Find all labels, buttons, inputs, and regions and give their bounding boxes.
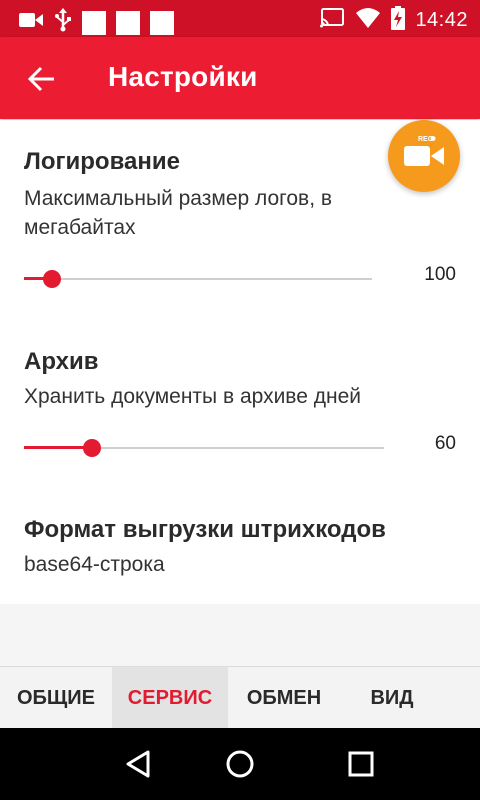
square-recents-icon	[348, 751, 374, 777]
notification-square-icon	[116, 10, 140, 35]
status-time: 14:42	[415, 9, 468, 31]
tab-service[interactable]: СЕРВИС	[112, 667, 228, 729]
notification-square-icon	[82, 10, 106, 35]
archive-days-slider[interactable]	[24, 438, 384, 458]
logging-size-slider[interactable]	[24, 269, 372, 289]
status-bar: 14:42	[0, 0, 480, 37]
rec-label: REC	[418, 136, 433, 143]
video-camera-icon	[18, 10, 44, 35]
logging-description: Максимальный размер логов, в мегабайтах	[24, 187, 333, 239]
battery-charging-icon	[391, 6, 406, 35]
triangle-back-icon	[126, 750, 150, 778]
archive-description: Хранить документы в архиве дней	[24, 385, 362, 408]
nav-home-button[interactable]	[224, 748, 256, 780]
usb-icon	[54, 8, 72, 37]
settings-content: Логирование Максимальный размер логов, в…	[0, 120, 480, 604]
archive-days-value: 60	[434, 433, 456, 454]
archive-title: Архив	[24, 348, 99, 375]
notification-square-icon	[150, 10, 174, 35]
app-bar: Настройки	[0, 37, 480, 119]
system-nav-bar	[0, 728, 480, 800]
empty-area	[0, 604, 480, 666]
video-record-icon: REC	[404, 136, 444, 166]
barcode-format-value: base64-строка	[24, 553, 165, 576]
nav-back-button[interactable]	[122, 748, 154, 780]
nav-recents-button[interactable]	[345, 748, 377, 780]
slider-fill	[24, 446, 92, 449]
slider-thumb[interactable]	[43, 270, 61, 288]
wifi-icon	[355, 7, 381, 34]
arrow-left-icon	[27, 66, 54, 92]
bottom-tab-bar: ОБЩИЕ СЕРВИС ОБМЕН ВИД	[0, 666, 480, 729]
cast-icon	[319, 7, 345, 34]
tab-general[interactable]: ОБЩИЕ	[0, 667, 112, 729]
back-button[interactable]	[22, 59, 62, 99]
logging-title: Логирование	[24, 148, 180, 175]
slider-thumb[interactable]	[83, 439, 101, 457]
status-bar-right-icons: 14:42	[319, 6, 468, 35]
slider-track	[24, 278, 372, 280]
circle-home-icon	[226, 750, 254, 778]
status-bar-left-icons	[18, 8, 174, 37]
tab-exchange[interactable]: ОБМЕН	[228, 667, 340, 729]
screen-record-button[interactable]: REC	[388, 120, 460, 192]
page-title: Настройки	[108, 61, 258, 92]
barcode-format-title: Формат выгрузки штрихкодов	[24, 516, 386, 543]
tab-view[interactable]: ВИД	[340, 667, 444, 729]
logging-size-value: 100	[424, 264, 456, 285]
